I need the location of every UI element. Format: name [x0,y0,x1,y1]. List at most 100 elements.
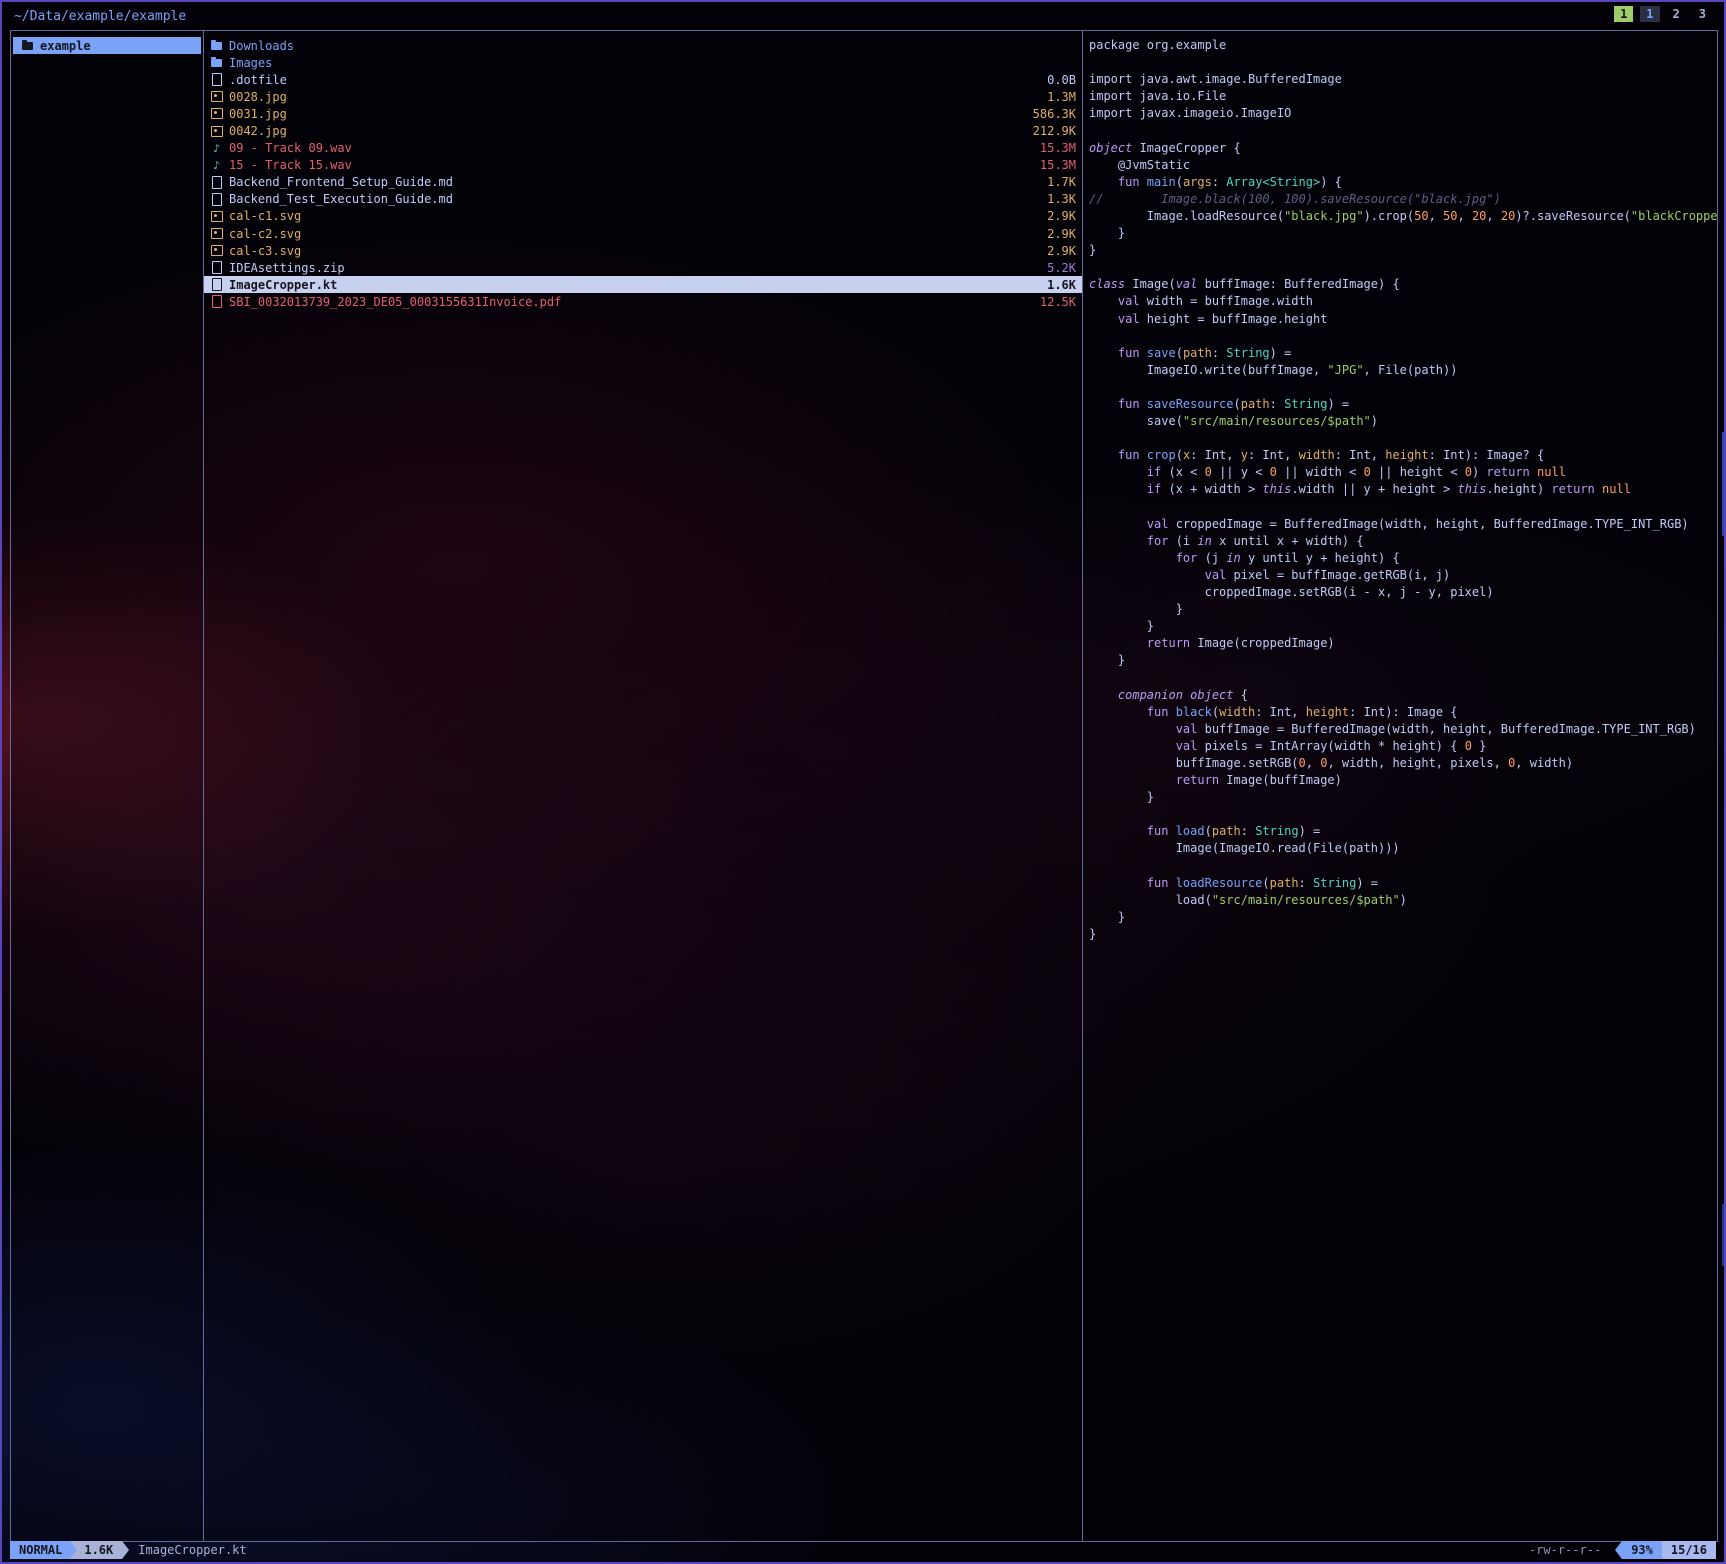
code-line: if (x + width > this.width || y + height… [1089,481,1717,498]
panel-container: example DownloadsImages.dotfile0.0B0028.… [10,30,1718,1542]
file-name: 15 - Track 15.wav [229,158,1032,172]
folder-icon [210,56,223,69]
file-name: 0042.jpg [229,124,1025,138]
code-line: for (i in x until x + width) { [1089,533,1717,550]
code-line: import java.io.File [1089,88,1717,105]
pdf-icon [210,295,223,308]
code-line [1089,858,1717,875]
file-size: 12.5K [1040,295,1076,309]
code-line: } [1089,926,1717,943]
markdown-icon [210,193,223,206]
file-row[interactable]: ♪15 - Track 15.wav15.3M [204,157,1082,174]
code-line [1089,806,1717,823]
image-icon [210,227,223,240]
file-name: Backend_Test_Execution_Guide.md [229,192,1039,206]
code-line: fun crop(x: Int, y: Int, width: Int, hei… [1089,447,1717,464]
code-line [1089,259,1717,276]
tab-2[interactable]: 2 [1667,6,1686,22]
code-line: fun main(args: Array<String>) { [1089,174,1717,191]
code-line: if (x < 0 || y < 0 || width < 0 || heigh… [1089,464,1717,481]
code-line [1089,122,1717,139]
file-size: 2.9K [1047,244,1076,258]
parent-directory-panel: example [11,31,204,1541]
code-line: class Image(val buffImage: BufferedImage… [1089,276,1717,293]
tab-1[interactable]: 1 [1640,6,1659,22]
file-size-badge: 1.6K [70,1541,122,1559]
file-name: 0028.jpg [229,90,1039,104]
file-row[interactable]: Downloads [204,37,1082,54]
powerline-separator [1615,1541,1622,1559]
file-row[interactable]: cal-c3.svg 2.9K [204,242,1082,259]
file-icon [210,73,223,86]
file-row[interactable]: Images [204,54,1082,71]
file-row[interactable]: SBI_0032013739_2023_DE05_0003155631Invoi… [204,293,1082,310]
audio-icon: ♪ [210,142,223,155]
code-line: fun load(path: String) = [1089,823,1717,840]
file-row[interactable]: Backend_Test_Execution_Guide.md1.3K [204,191,1082,208]
code-line: val croppedImage = BufferedImage(width, … [1089,516,1717,533]
code-line: } [1089,789,1717,806]
code-line: fun loadResource(path: String) = [1089,875,1717,892]
code-line [1089,499,1717,516]
code-line: val pixels = IntArray(width * height) { … [1089,738,1717,755]
code-line: ImageIO.write(buffImage, "JPG", File(pat… [1089,362,1717,379]
file-size: 1.3M [1047,90,1076,104]
file-list: DownloadsImages.dotfile0.0B0028.jpg1.3M0… [204,31,1083,1541]
code-line: // Image.black(100, 100).saveResource("b… [1089,191,1717,208]
file-row[interactable]: IDEAsettings.zip 5.2K [204,259,1082,276]
file-name: Downloads [229,39,1068,53]
file-row[interactable]: cal-c2.svg2.9K [204,225,1082,242]
code-line: return Image(buffImage) [1089,772,1717,789]
code-line: val pixel = buffImage.getRGB(i, j) [1089,567,1717,584]
file-name: cal-c3.svg [229,244,1039,258]
cursor-position-badge: 15/16 [1662,1541,1716,1559]
file-row[interactable]: 0031.jpg586.3K [204,105,1082,122]
code-line: } [1089,242,1717,259]
status-right-group: -rw-r--r-- 93% 15/16 [1529,1541,1716,1559]
tab-count-badge: 1 [1614,6,1633,22]
markdown-icon [210,176,223,189]
file-size: 586.3K [1033,107,1076,121]
code-line: load("src/main/resources/$path") [1089,892,1717,909]
code-line: companion object { [1089,687,1717,704]
code-line: Image(ImageIO.read(File(path))) [1089,840,1717,857]
code-line [1089,328,1717,345]
code-line: import javax.imageio.ImageIO [1089,105,1717,122]
file-row[interactable]: ImageCropper.kt 1.6K [204,276,1082,293]
powerline-separator [70,1541,77,1559]
code-line: fun save(path: String) = [1089,345,1717,362]
header-bar: ~/Data/example/example 1 1 2 3 [2,2,1724,30]
code-line: save("src/main/resources/$path") [1089,413,1717,430]
file-row[interactable]: 0042.jpg212.9K [204,122,1082,139]
file-size: 2.9K [1047,227,1076,241]
file-row[interactable]: .dotfile 0.0B [204,71,1082,88]
code-line: object ImageCropper { [1089,140,1717,157]
file-name: IDEAsettings.zip [229,261,1039,275]
file-size: 0.0B [1047,73,1076,87]
file-size: 5.2K [1047,261,1076,275]
code-line: val width = buffImage.width [1089,293,1717,310]
file-row[interactable]: Backend_Frontend_Setup_Guide.md1.7K [204,174,1082,191]
file-name: cal-c1.svg [229,209,1039,223]
file-name: ImageCropper.kt [229,278,1039,292]
file-permissions: -rw-r--r-- [1529,1543,1601,1557]
code-line: croppedImage.setRGB(i - x, j - y, pixel) [1089,584,1717,601]
code-line: package org.example [1089,37,1717,54]
code-line: fun black(width: Int, height: Int): Imag… [1089,704,1717,721]
code-icon [210,278,223,291]
parent-dir-name: example [40,39,91,53]
image-icon [210,244,223,257]
code-line: buffImage.setRGB(0, 0, width, height, pi… [1089,755,1717,772]
file-name: .dotfile [229,73,1039,87]
folder-icon [21,39,34,52]
image-icon [210,210,223,223]
file-row[interactable]: 0028.jpg 1.3M [204,88,1082,105]
file-size: 1.6K [1047,278,1076,292]
file-row[interactable]: ♪09 - Track 09.wav15.3M [204,140,1082,157]
parent-dir-selected-item[interactable]: example [13,37,201,54]
mode-indicator: NORMAL [10,1541,71,1559]
file-row[interactable]: cal-c1.svg2.9K [204,208,1082,225]
tab-3[interactable]: 3 [1693,6,1712,22]
code-line: } [1089,652,1717,669]
file-size: 1.7K [1047,175,1076,189]
